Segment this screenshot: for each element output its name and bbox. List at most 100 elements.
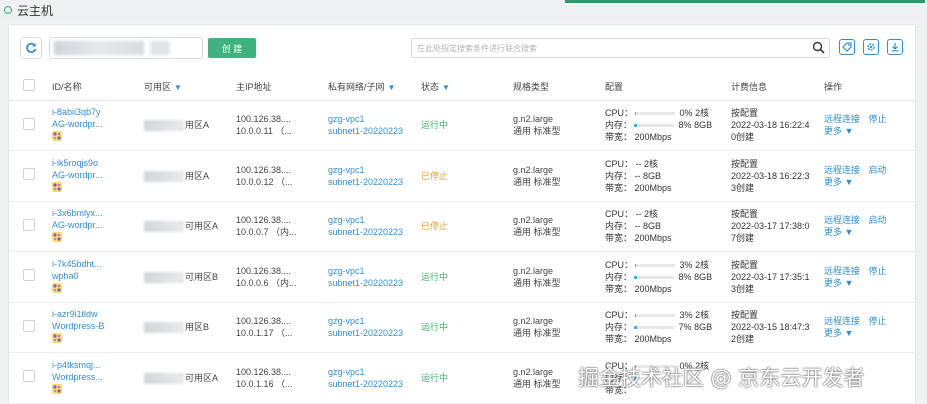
chevron-down-icon[interactable]: ▼ xyxy=(388,83,396,92)
remote-connect-link[interactable]: 远程连接 xyxy=(824,114,860,124)
billing-type: 按配置 xyxy=(731,209,759,220)
app-badge-icon xyxy=(52,131,62,142)
created-time: 2022-03-18 16:22:4 xyxy=(731,120,810,131)
col-zone[interactable]: 可用区 ▼ xyxy=(144,73,236,101)
cpu-usage: 0% xyxy=(679,108,693,119)
cpu-usage: -- xyxy=(635,158,642,169)
app-badge-icon xyxy=(52,333,62,344)
table-row: i-8abii3qb7y AG-wordpr... 用区A 100.126.38...… xyxy=(9,100,917,151)
instance-name-link[interactable]: Wordpress... xyxy=(52,371,144,383)
cpu-usage: -- xyxy=(635,209,642,220)
instance-name-link[interactable]: Wordpress-B xyxy=(52,320,144,332)
vpc-link[interactable]: gzg-vpc1 xyxy=(328,164,421,176)
chevron-down-icon[interactable]: ▼ xyxy=(174,83,182,92)
remote-connect-link[interactable]: 远程连接 xyxy=(824,316,860,326)
spec-code: g.n2.large xyxy=(513,215,554,226)
col-config: 配置 xyxy=(605,73,731,101)
public-ip: 100.126.38.... xyxy=(236,316,292,327)
subnet-link[interactable]: subnet1-20220223 xyxy=(328,226,421,238)
instance-id-link[interactable]: i-8abii3qb7y xyxy=(52,106,144,118)
instance-name-link[interactable]: AG-wordpr... xyxy=(52,169,144,181)
instance-id-link[interactable]: i-7k45bdht... xyxy=(52,258,144,270)
region-selector[interactable] xyxy=(49,37,203,59)
mem-label: 内存： xyxy=(605,170,633,181)
instance-id-link[interactable]: i-3x6bmlyx... xyxy=(52,207,144,219)
vpc-link[interactable]: gzg-vpc1 xyxy=(328,265,421,277)
remote-connect-link[interactable]: 远程连接 xyxy=(824,165,860,175)
search-icon[interactable] xyxy=(812,41,825,56)
mem-size: 8GB xyxy=(694,271,713,282)
mem-label: 内存： xyxy=(605,322,633,333)
gear-icon[interactable] xyxy=(863,39,879,55)
instance-id-link[interactable]: i-azr9i1tldw xyxy=(52,308,144,320)
instance-id-link[interactable]: i-p4tksmqj... xyxy=(52,359,144,371)
row-checkbox[interactable] xyxy=(23,269,35,282)
row-checkbox[interactable] xyxy=(23,370,35,383)
spec-type: 通用 标准型 xyxy=(513,328,561,339)
power-action-link[interactable]: 启动 xyxy=(869,165,887,175)
col-status[interactable]: 状态 ▼ xyxy=(421,73,513,101)
tag-icon[interactable] xyxy=(839,39,855,55)
vpc-link[interactable]: gzg-vpc1 xyxy=(328,113,421,125)
create-button[interactable]: 创 建 xyxy=(208,38,256,58)
chevron-down-icon[interactable]: ▼ xyxy=(845,278,854,288)
subnet-link[interactable]: subnet1-20220223 xyxy=(328,277,421,289)
chevron-down-icon[interactable]: ▼ xyxy=(845,126,854,136)
select-all-checkbox[interactable] xyxy=(23,79,35,92)
bandwidth: 200Mbps xyxy=(634,132,672,143)
download-icon[interactable] xyxy=(887,39,903,55)
chevron-down-icon[interactable]: ▼ xyxy=(845,177,854,187)
more-menu[interactable]: 更多 xyxy=(824,278,842,288)
cpu-usage-bar xyxy=(635,112,676,116)
chevron-down-icon[interactable]: ▼ xyxy=(442,83,450,92)
col-network[interactable]: 私有网络/子网 ▼ xyxy=(328,73,421,101)
app-badge-icon xyxy=(52,282,62,293)
bandwidth-label: 带宽： xyxy=(605,334,633,345)
row-checkbox[interactable] xyxy=(23,218,35,231)
remote-connect-link[interactable]: 远程连接 xyxy=(824,266,860,276)
mem-usage-bar xyxy=(634,326,675,330)
search-input[interactable] xyxy=(412,39,792,57)
more-menu[interactable]: 更多 xyxy=(824,227,842,237)
more-menu[interactable]: 更多 xyxy=(824,126,842,136)
power-action-link[interactable]: 停止 xyxy=(869,114,887,124)
bandwidth-label: 带宽： xyxy=(605,132,633,143)
status-badge: 运行中 xyxy=(421,372,449,383)
cpu-usage-bar xyxy=(635,314,676,318)
vpc-link[interactable]: gzg-vpc1 xyxy=(328,366,421,378)
subnet-link[interactable]: subnet1-20220223 xyxy=(328,378,421,390)
zone-text: 可用区A xyxy=(185,372,219,383)
remote-connect-link[interactable]: 远程连接 xyxy=(824,215,860,225)
status-badge: 运行中 xyxy=(421,120,449,131)
power-action-link[interactable]: 停止 xyxy=(869,316,887,326)
instance-name-link[interactable]: AG-wordpr... xyxy=(52,219,144,231)
created-suffix: 3创建 xyxy=(731,182,755,193)
col-spec: 规格类型 xyxy=(513,73,605,101)
mem-usage: -- xyxy=(634,170,641,181)
subnet-link[interactable]: subnet1-20220223 xyxy=(328,125,421,137)
power-action-link[interactable]: 停止 xyxy=(869,266,887,276)
power-action-link[interactable]: 启动 xyxy=(869,215,887,225)
page-title: 云主机 xyxy=(17,3,54,18)
instance-id-link[interactable]: i-ik5roqjs9o xyxy=(52,157,144,169)
row-checkbox[interactable] xyxy=(23,319,35,332)
cpu-cores: 2核 xyxy=(644,158,659,169)
col-zone-label: 可用区 xyxy=(144,81,172,92)
subnet-link[interactable]: subnet1-20220223 xyxy=(328,327,421,339)
subnet-link[interactable]: subnet1-20220223 xyxy=(328,176,421,188)
chevron-down-icon[interactable]: ▼ xyxy=(845,328,854,338)
vpc-link[interactable]: gzg-vpc1 xyxy=(328,214,421,226)
more-menu[interactable]: 更多 xyxy=(824,328,842,338)
instance-name-link[interactable]: AG-wordpr... xyxy=(52,118,144,130)
public-ip: 100.126.38.... xyxy=(236,164,292,175)
spec-code: g.n2.large xyxy=(513,114,554,125)
refresh-button[interactable] xyxy=(20,37,42,59)
row-checkbox[interactable] xyxy=(23,117,35,130)
bandwidth-label: 带宽： xyxy=(605,182,633,193)
row-checkbox[interactable] xyxy=(23,168,35,181)
instance-name-link[interactable]: wpha0 xyxy=(52,270,144,282)
chevron-down-icon[interactable]: ▼ xyxy=(845,227,854,237)
vpc-link[interactable]: gzg-vpc1 xyxy=(328,315,421,327)
more-menu[interactable]: 更多 xyxy=(824,177,842,187)
col-ip: 主IP地址 xyxy=(236,73,328,101)
